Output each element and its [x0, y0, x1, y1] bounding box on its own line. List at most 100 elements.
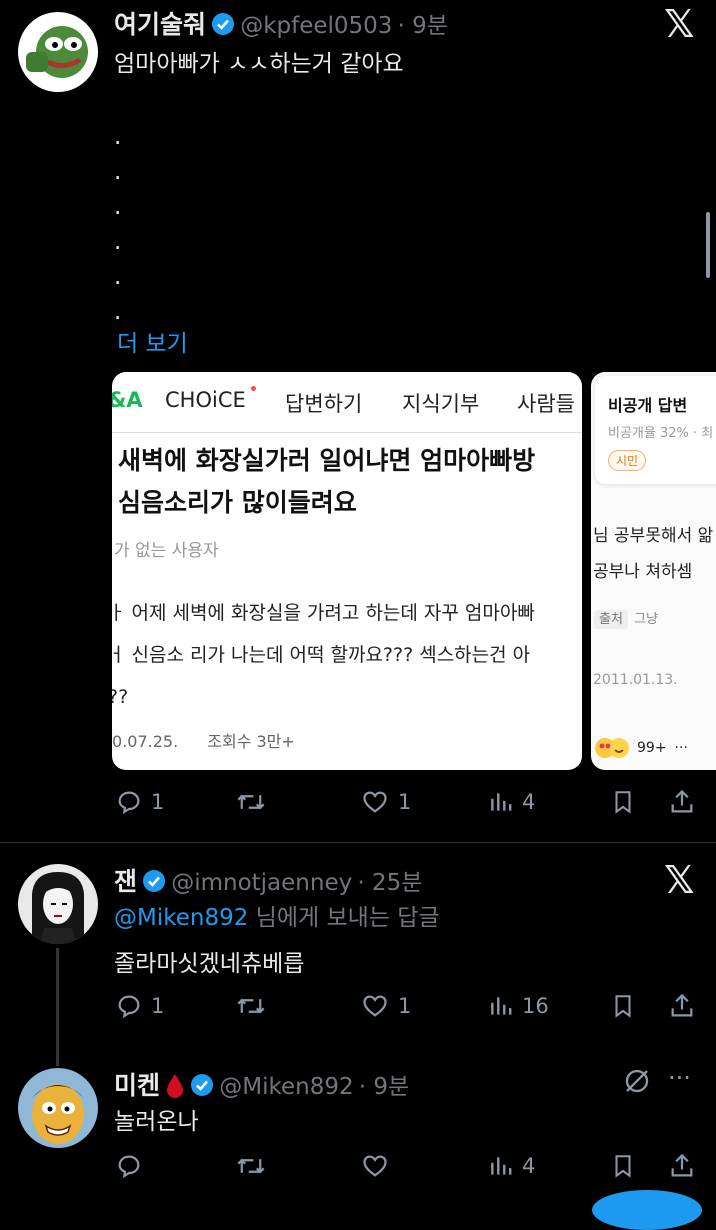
author-handle[interactable]: @Miken892 [219, 1074, 353, 1100]
source-label: 출처 [594, 610, 628, 629]
emoji-reactions-icon [595, 738, 629, 758]
media-card-question[interactable]: &A CHOiCE 답변하기 지식기부 사람들 새벽에 화장실가러 일어냐면 엄… [112, 372, 582, 770]
media-card-answer[interactable]: 비공개 답변 비공개율 32% · 최 시민 님 공부못해서 앎 공부나 쳐하셈… [591, 372, 716, 770]
bookmark-icon [615, 791, 631, 814]
blood-drop-icon [167, 1074, 184, 1098]
verified-badge-icon [191, 1074, 214, 1096]
retweet-button[interactable] [236, 1152, 274, 1180]
retweet-icon [237, 794, 265, 810]
author-handle[interactable]: @kpfeel0503 [240, 13, 392, 39]
dot-line: . [114, 264, 122, 290]
answer-source: 출처 그냥 [594, 608, 658, 629]
share-icon [671, 993, 693, 1017]
like-button[interactable] [360, 1152, 398, 1180]
verified-badge-icon [143, 870, 166, 892]
question-meta: 0.07.25. 조회수 3만+ [112, 728, 295, 752]
reply-button[interactable]: 1 [115, 788, 164, 816]
x-logo-icon[interactable]: 𝕏 [664, 2, 695, 46]
reply-button[interactable] [115, 1152, 151, 1180]
question-body: ㅏ 어제 세벽에 화장실을 가려고 하는데 자꾸 엄마아빠 ㅓ 신음소 리가 나… [112, 592, 535, 718]
author-handle[interactable]: @imnotjaenney [171, 870, 352, 896]
tweet2-text: 졸라마싯겠네츄베릅 [114, 951, 305, 977]
dot-line: . [114, 124, 122, 150]
reaction-count: 99+ [637, 740, 667, 756]
reply-icon [118, 1155, 140, 1179]
x-logo-icon[interactable]: 𝕏 [664, 858, 695, 902]
tweet-time[interactable]: · 9분 [398, 13, 448, 39]
share-button[interactable] [668, 788, 696, 816]
tweet2-header: 잰 @imnotjaenney · 25분 [114, 862, 422, 898]
author-name[interactable]: 잰 [114, 867, 137, 896]
bookmark-icon [615, 1155, 631, 1178]
question-body-line: ?? [112, 686, 129, 708]
heart-icon [363, 1155, 387, 1177]
answer-date: 2011.01.13. [593, 672, 678, 688]
views-button[interactable]: 4 [488, 788, 535, 816]
show-more-link[interactable]: 더 보기 [117, 324, 188, 358]
like-count: 1 [398, 790, 412, 814]
dot-line: . [114, 194, 122, 220]
source-value: 그냥 [634, 612, 658, 627]
question-title-line: 새벽에 화장실가러 일어냐면 엄마아빠방 [118, 446, 536, 475]
tweet3-header: 미켄 @Miken892 · 9분 [114, 1066, 409, 1102]
tweet1-text: 엄마아빠가 ㅅㅅ하는거 같아요 [114, 51, 404, 77]
answer-reactions: 99+ ··· [593, 736, 688, 760]
tweet-divider [0, 842, 716, 843]
question-author: 가 없는 사용자 [114, 541, 219, 561]
retweet-icon [237, 1158, 265, 1174]
answer-body-line: 님 공부못해서 앎 [593, 526, 714, 546]
author-name[interactable]: 미켄 [114, 1071, 160, 1100]
nav-choice: CHOiCE [165, 388, 246, 412]
bookmark-button[interactable] [610, 992, 636, 1020]
views-button[interactable]: 4 [488, 1152, 535, 1180]
thread-line [56, 948, 59, 1066]
reply-to-handle[interactable]: @Miken892 [114, 905, 248, 931]
bookmark-button[interactable] [610, 788, 636, 816]
bookmark-button[interactable] [610, 1152, 636, 1180]
author-name[interactable]: 여기술줘 [114, 10, 206, 39]
views-count: 4 [522, 1154, 536, 1178]
question-body-line: ㅏ 어제 세벽에 화장실을 가려고 하는데 자꾸 엄마아빠 [112, 602, 535, 624]
avatar-yeogisuljwo[interactable] [18, 12, 98, 92]
citizen-badge: 시민 [608, 450, 647, 471]
answer-private-rate: 비공개율 32% · 최 [608, 426, 714, 441]
share-button[interactable] [668, 1152, 696, 1180]
question-views: 조회수 3만+ [207, 732, 295, 751]
share-button[interactable] [668, 992, 696, 1020]
answer-title: 비공개 답변 [608, 396, 688, 415]
views-button[interactable]: 16 [488, 992, 549, 1020]
avatar-jaen[interactable] [18, 864, 98, 944]
more-options-icon[interactable]: ··· [668, 1064, 691, 1092]
reply-icon [118, 791, 140, 815]
grok-icon[interactable] [622, 1066, 652, 1100]
question-title-line: 심음소리가 많이들려요 [118, 488, 357, 517]
like-button[interactable]: 1 [360, 992, 411, 1020]
views-count: 4 [522, 790, 536, 814]
avatar-miken[interactable] [18, 1068, 98, 1148]
scrollbar[interactable] [706, 212, 710, 278]
retweet-icon [237, 998, 265, 1014]
views-chart-icon [491, 1157, 512, 1175]
compose-fab[interactable] [592, 1190, 702, 1230]
heart-icon [363, 791, 387, 813]
reply-button[interactable]: 1 [115, 992, 164, 1020]
reply-count: 1 [151, 790, 165, 814]
dot-line: . [114, 229, 122, 255]
bookmark-icon [615, 995, 631, 1018]
retweet-button[interactable] [236, 788, 274, 816]
views-chart-icon [491, 997, 512, 1015]
reply-icon [118, 995, 140, 1019]
question-date: 0.07.25. [112, 732, 179, 751]
views-chart-icon [491, 793, 512, 811]
nav-donate: 지식기부 [402, 392, 480, 416]
share-icon [671, 789, 693, 813]
tweet-time[interactable]: · 25분 [357, 870, 422, 896]
more-dots: ··· [674, 740, 688, 756]
tweet-time[interactable]: · 9분 [359, 1074, 409, 1100]
like-button[interactable]: 1 [360, 788, 411, 816]
question-body-line: ㅓ 신음소 리가 나는데 어떡 할까요??? 섹스하는건 아 [112, 644, 531, 666]
reply-context: @Miken892 님에게 보내는 답글 [114, 898, 440, 932]
dot-line: . [114, 159, 122, 185]
tweet1-dots: . . . . . . [114, 120, 121, 330]
retweet-button[interactable] [236, 992, 274, 1020]
